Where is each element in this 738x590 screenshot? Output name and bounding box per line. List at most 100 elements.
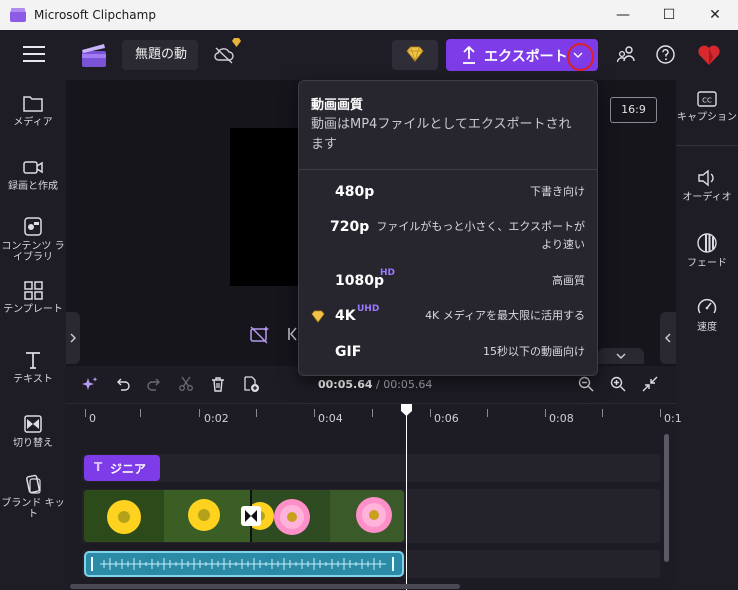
minimize-button[interactable]: —: [600, 0, 646, 30]
text-clip[interactable]: T ジニア: [84, 455, 160, 481]
trash-icon[interactable]: [210, 376, 226, 392]
sidebar-item-label: 速度: [697, 322, 717, 333]
clipchamp-logo-icon: [10, 8, 26, 22]
collapse-right-panel-button[interactable]: [660, 312, 676, 364]
zoom-out-icon[interactable]: [578, 376, 594, 392]
magic-camera-off-icon[interactable]: [249, 324, 271, 344]
sidebar-item-brand-kit[interactable]: ブランド キット: [0, 474, 66, 520]
redo-icon[interactable]: [146, 376, 162, 392]
ruler-tick: [545, 409, 546, 417]
cloud-sync-off-icon[interactable]: [213, 45, 235, 65]
sidebar-item-label: コンテンツ ライブラリ: [1, 241, 65, 263]
skip-back-icon[interactable]: [287, 326, 297, 342]
option-description: 下書き向け: [530, 185, 585, 198]
text-icon: [26, 352, 40, 369]
ruler-tick: [199, 409, 200, 417]
ruler-tick: [140, 409, 141, 417]
ruler-tick: [85, 409, 86, 417]
ruler-tick: [372, 409, 373, 417]
scissors-icon[interactable]: [178, 376, 194, 392]
window-title: Microsoft Clipchamp: [34, 8, 156, 22]
divider: [676, 145, 738, 146]
sidebar-item-templates[interactable]: テンプレート: [0, 280, 66, 315]
speedometer-icon: [697, 298, 717, 314]
sidebar-item-transitions[interactable]: 切り替え: [0, 414, 66, 449]
video-clip[interactable]: [84, 490, 404, 542]
ai-sparkle-icon[interactable]: [82, 376, 98, 392]
premium-diamond-small-icon: [232, 38, 241, 47]
sidebar-item-text[interactable]: テキスト: [0, 350, 66, 385]
sidebar-item-label: 録画と作成: [8, 181, 58, 192]
maximize-button[interactable]: ☐: [646, 0, 692, 30]
quality-option-1080p[interactable]: 1080p HD 高画質: [299, 265, 597, 301]
premium-diamond-icon: [311, 310, 325, 323]
sidebar-item-content-library[interactable]: コンテンツ ライブラリ: [0, 216, 66, 263]
heart-feedback-icon[interactable]: [697, 44, 721, 66]
sidebar-item-audio[interactable]: オーディオ: [676, 168, 738, 203]
sidebar-item-label: フェード: [687, 258, 727, 269]
add-media-icon[interactable]: [242, 375, 260, 393]
text-clip-icon: T: [94, 460, 103, 474]
sidebar-item-speed[interactable]: 速度: [676, 296, 738, 333]
undo-icon[interactable]: [115, 376, 131, 392]
export-quality-menu: 動画画質 動画はMP4ファイルとしてエクスポートされます 480p 下書き向け …: [298, 80, 598, 376]
brand-kit-icon: [26, 474, 41, 494]
total-time: 00:05.64: [383, 378, 433, 391]
playhead-handle[interactable]: [400, 403, 413, 417]
collapse-timeline-button[interactable]: [598, 348, 644, 364]
captions-icon: CC: [697, 91, 717, 107]
sidebar-item-record[interactable]: 録画と作成: [0, 158, 66, 192]
option-resolution: 480p: [335, 184, 375, 200]
option-description: ファイルがもっと小さく、エクスポートがより速い: [376, 220, 585, 251]
zoom-in-icon[interactable]: [610, 376, 626, 392]
audio-clip[interactable]: [84, 551, 404, 577]
project-name-field[interactable]: 無題の動: [122, 40, 198, 70]
ruler-label: 0:1: [664, 412, 682, 425]
svg-text:CC: CC: [702, 97, 712, 105]
export-label: エクスポート: [484, 49, 568, 65]
sidebar-item-label: ブランド キット: [1, 498, 65, 520]
ruler-label: 0:06: [434, 412, 459, 425]
audio-waveform: [91, 557, 394, 571]
quality-option-480p[interactable]: 480p 下書き向け: [299, 174, 597, 210]
speaker-icon: [698, 169, 714, 187]
option-resolution: GIF: [335, 344, 362, 360]
menu-divider: [299, 169, 597, 170]
premium-button[interactable]: [392, 40, 438, 70]
title-bar: Microsoft Clipchamp — ☐ ✕: [0, 0, 738, 30]
ruler-label: 0:08: [549, 412, 574, 425]
highlight-circle: [567, 43, 594, 71]
hamburger-menu-icon[interactable]: [23, 46, 45, 62]
sidebar-item-media[interactable]: メディア: [0, 94, 66, 128]
quality-option-4k[interactable]: 4K UHD 4K メディアを最大限に活用する: [299, 301, 597, 337]
sidebar-item-fade[interactable]: フェード: [676, 232, 738, 269]
transition-marker[interactable]: [241, 506, 261, 526]
option-resolution: 1080p: [335, 273, 384, 289]
share-people-icon[interactable]: [616, 44, 636, 64]
ruler-tick: [314, 409, 315, 417]
quality-option-gif[interactable]: GIF 15秒以下の動画向け: [299, 337, 597, 373]
ruler-label: 0:02: [204, 412, 229, 425]
vertical-scrollbar[interactable]: [664, 434, 669, 562]
close-button[interactable]: ✕: [692, 0, 738, 30]
option-description: 4K メディアを最大限に活用する: [425, 309, 585, 322]
menu-heading: 動画画質: [311, 98, 364, 113]
sidebar-item-label: 切り替え: [13, 438, 53, 449]
clapperboard-logo-icon: [82, 44, 106, 67]
collapse-left-panel-button[interactable]: [66, 312, 80, 364]
chevron-down-icon: [616, 353, 626, 359]
sidebar-item-label: メディア: [13, 117, 53, 128]
option-resolution: 720p: [330, 219, 370, 235]
timecode: 00:05.64 / 00:05.64: [318, 378, 432, 391]
fit-to-window-icon[interactable]: [642, 376, 658, 392]
sidebar-item-captions[interactable]: CC キャプション: [676, 90, 738, 123]
hd-badge: HD: [380, 268, 396, 278]
sidebar-item-label: キャプション: [677, 112, 737, 123]
quality-option-720p[interactable]: 720p ファイルがもっと小さく、エクスポートがより速い: [299, 213, 597, 259]
current-time: 00:05.64: [318, 378, 373, 391]
horizontal-scrollbar[interactable]: [70, 584, 460, 589]
help-icon[interactable]: [656, 45, 675, 64]
aspect-ratio-button[interactable]: 16:9: [610, 97, 657, 123]
video-preview: [230, 128, 300, 286]
option-description: 15秒以下の動画向け: [483, 345, 585, 358]
